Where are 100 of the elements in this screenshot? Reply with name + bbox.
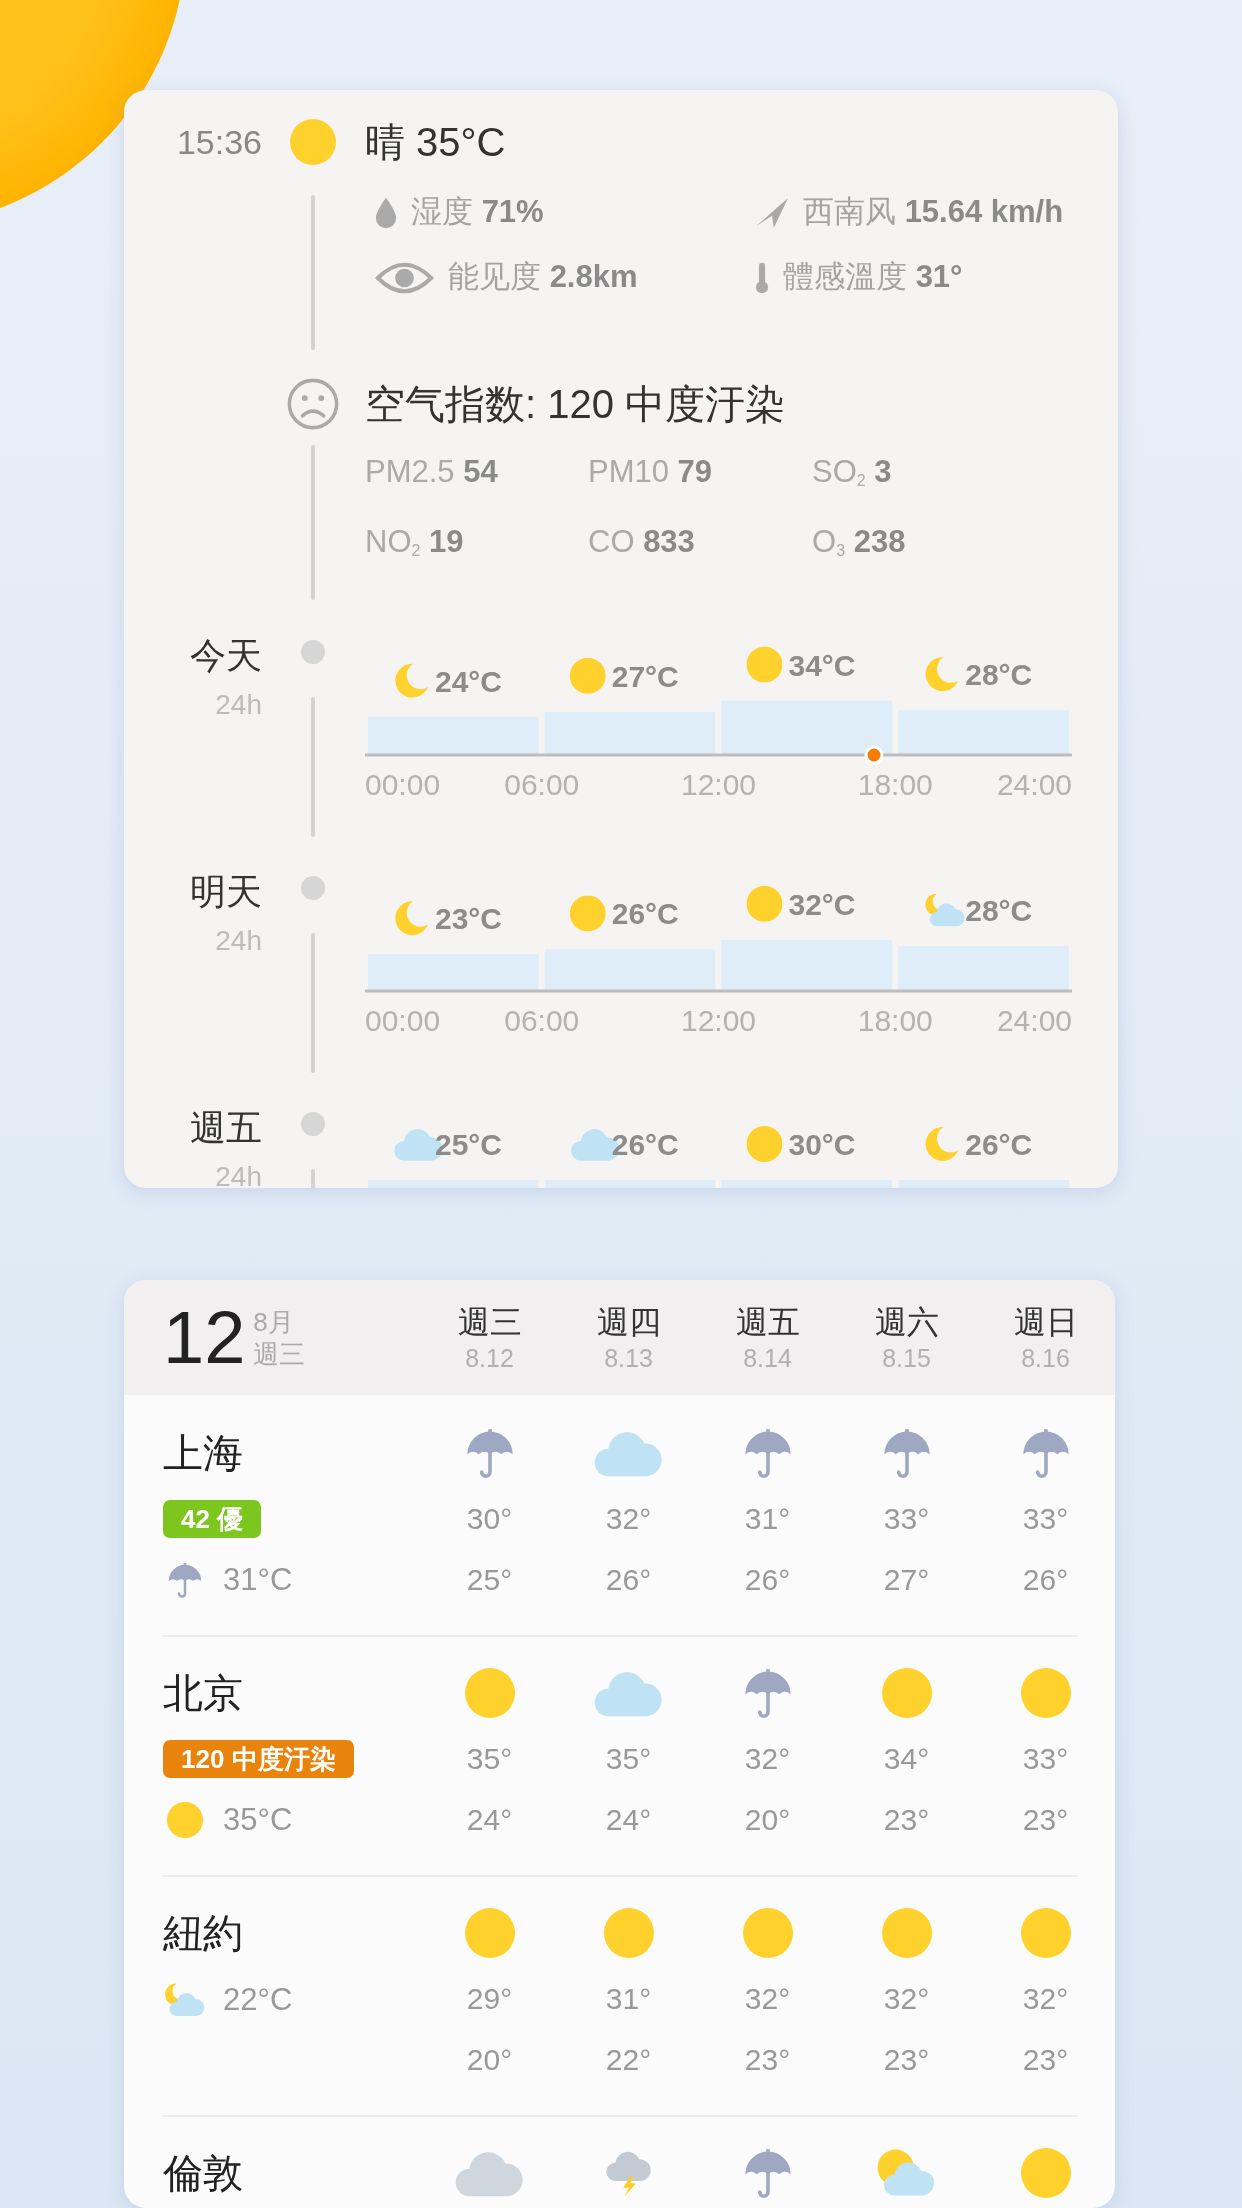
date-label: 8.14 (742, 1342, 793, 1374)
value-label: 28°C (965, 894, 1033, 928)
pollutant-reading: O$_{3}$ 238 (812, 523, 906, 561)
sun-icon (1020, 2148, 1071, 2198)
axis-label: 12:00 (680, 1004, 757, 1037)
current-temp: 22°C (223, 1980, 293, 2019)
sun-icon (746, 885, 783, 922)
pollutant-reading: PM2.5 54 (365, 453, 499, 491)
high-temp: 31° (605, 1981, 652, 2017)
sun-icon (290, 119, 336, 165)
value-label: 25°C (435, 1128, 503, 1161)
low-temp: 24° (605, 1802, 652, 1838)
umbrella-icon (743, 1428, 792, 1478)
sun-icon (603, 1908, 654, 1958)
sun-icon (1020, 1668, 1071, 1718)
axis-label: 12:00 (680, 768, 757, 801)
sad-face-icon (287, 378, 339, 430)
value-label: 23°C (435, 902, 503, 936)
axis-label: 24:00 (996, 1004, 1072, 1037)
value-label: 27°C (611, 659, 679, 693)
low-temp: 23° (883, 1802, 930, 1838)
axis-label: 06:00 (504, 1004, 580, 1037)
value-label: 34°C (788, 648, 856, 682)
drop-icon (375, 196, 397, 229)
city-name: 上海 (163, 1430, 244, 1477)
day-label: 明天 (190, 870, 262, 914)
value-label: 32°C (788, 887, 856, 921)
arrow-icon (755, 196, 789, 229)
value-label: 26°C (965, 1128, 1033, 1161)
low-temp: 27° (883, 1562, 930, 1598)
detail-text: 體感溫度 31° (783, 258, 963, 297)
low-temp: 23° (883, 2042, 930, 2078)
day-label: 週五 (190, 1106, 262, 1150)
sun-icon (742, 1908, 793, 1958)
sun-icon (881, 1908, 932, 1958)
low-temp: 20° (466, 2042, 513, 2078)
low-temp: 23° (744, 2042, 791, 2078)
high-temp: 33° (883, 1501, 930, 1537)
air-quality-text: 空气指数: 120 中度汙染 (365, 381, 786, 428)
umbrella-icon (465, 1428, 514, 1478)
hours-label: 24h (215, 924, 262, 958)
pollutant-reading: SO$_{2}$ 3 (812, 453, 893, 491)
pollutant-reading: CO 833 (588, 523, 696, 561)
axis-label: 00:00 (365, 1004, 441, 1037)
moon-cloud-icon (925, 893, 965, 927)
day-label: 週五 (734, 1302, 801, 1342)
timeline-dot (301, 876, 325, 900)
weekday-label: 週三 (253, 1337, 306, 1370)
sun-icon (464, 1908, 515, 1958)
detail-text: 湿度 71% (411, 193, 544, 232)
high-temp: 32° (605, 1501, 652, 1537)
low-temp: 23° (1022, 2042, 1069, 2078)
value-label: 30°C (788, 1128, 856, 1161)
umbrella-icon (1021, 1428, 1070, 1478)
high-temp: 32° (1022, 1981, 1069, 2017)
sun-icon (746, 1126, 783, 1162)
moon-icon (395, 663, 428, 698)
timeline-dot (301, 1112, 325, 1136)
low-temp: 26° (744, 1562, 791, 1598)
aqi-label: 42 優 (163, 1500, 262, 1538)
high-temp: 34° (883, 1741, 930, 1777)
high-temp: 33° (1022, 1501, 1069, 1537)
high-temp: 31° (744, 1501, 791, 1537)
moon-icon (925, 657, 959, 692)
high-temp: 30° (466, 1501, 513, 1537)
value-label: 24°C (435, 664, 503, 698)
month-label: 8月 (253, 1305, 295, 1338)
axis-label: 06:00 (504, 768, 580, 801)
axis-label: 18:00 (857, 1004, 933, 1037)
date-number: 12 (163, 1300, 246, 1375)
sun-icon (569, 895, 606, 932)
date-label: 8.16 (1020, 1342, 1071, 1374)
city-name: 北京 (163, 1670, 244, 1717)
umbrella-icon (168, 1562, 202, 1598)
current-temp: 35°C (223, 1800, 293, 1839)
day-label: 今天 (190, 634, 262, 678)
city-name: 紐約 (163, 1910, 244, 1957)
high-temp: 29° (466, 1981, 513, 2017)
time-label: 15:36 (176, 122, 262, 163)
pollutant-reading: PM10 79 (588, 453, 714, 491)
date-label: 8.15 (881, 1342, 932, 1374)
hours-label: 24h (215, 688, 262, 722)
low-temp: 23° (1022, 1802, 1069, 1838)
aqi-label: 120 中度汙染 (163, 1740, 354, 1778)
sun-icon (569, 657, 606, 694)
low-temp: 22° (605, 2042, 652, 2078)
sun-icon (746, 646, 783, 683)
umbrella-icon (882, 1428, 931, 1478)
moon-cloud-icon (163, 1982, 207, 2018)
axis-label: 18:00 (857, 768, 933, 801)
detail-text: 能见度 2.8km (448, 258, 638, 297)
sun-icon (167, 1802, 203, 1838)
low-temp: 24° (466, 1802, 513, 1838)
low-temp: 26° (605, 1562, 652, 1598)
day-label: 週日 (1012, 1302, 1079, 1342)
umbrella-icon (743, 1668, 792, 1718)
moon-icon (925, 1127, 959, 1161)
day-label: 週三 (456, 1302, 523, 1342)
detail-text: 西南风 15.64 km/h (803, 193, 1064, 232)
city-name: 倫敦 (163, 2150, 244, 2197)
